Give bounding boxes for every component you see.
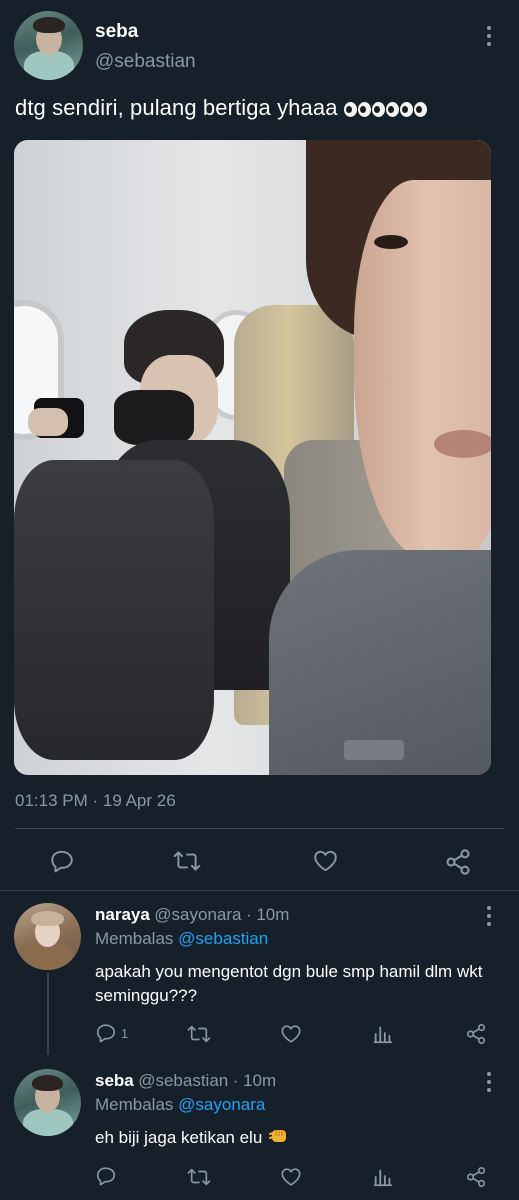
reply-analytics-button[interactable] — [372, 1166, 394, 1188]
replying-prefix: Membalas — [95, 929, 174, 948]
reply-avatar[interactable] — [14, 903, 81, 970]
replying-to-mention[interactable]: @sebastian — [178, 929, 268, 948]
reply-text: apakah you mengentot dgn bule smp hamil … — [95, 962, 483, 1005]
reply-author-name[interactable]: naraya — [95, 905, 150, 924]
like-button[interactable] — [312, 848, 339, 874]
reply-text-line: eh biji jaga ketikan elu — [95, 1126, 289, 1150]
like-icon — [281, 1025, 301, 1043]
more-options-icon[interactable] — [486, 26, 492, 46]
reply-like-button[interactable] — [280, 1166, 302, 1188]
reply-retweet-button[interactable] — [187, 1023, 211, 1045]
reply-author-handle[interactable]: @sayonara — [154, 905, 241, 924]
retweet-icon — [187, 1168, 211, 1186]
reply-author-handle[interactable]: @sebastian — [138, 1071, 228, 1090]
share-icon — [446, 849, 470, 875]
reply-share-button[interactable] — [465, 1166, 487, 1188]
reply-icon — [96, 1167, 116, 1186]
eyes-emoji-icon — [343, 101, 427, 117]
retweet-button[interactable] — [173, 848, 201, 874]
reply-icon — [51, 850, 73, 873]
reply-button[interactable] — [49, 848, 75, 874]
share-icon — [466, 1024, 486, 1044]
analytics-icon — [373, 1026, 393, 1044]
tweet-text: dtg sendiri, pulang bertiga yhaaa — [15, 95, 338, 120]
reply-retweet-button[interactable] — [187, 1166, 211, 1188]
section-separator — [0, 890, 519, 891]
reply-reply-button[interactable] — [95, 1165, 117, 1187]
reply-reply-button[interactable]: 1 — [95, 1022, 128, 1044]
reply-header: seba @sebastian · 10m — [95, 1071, 276, 1091]
tweet-photo[interactable] — [14, 140, 491, 775]
replying-to-line: Membalas @sebastian — [95, 929, 268, 949]
author-name[interactable]: seba — [95, 21, 138, 43]
like-icon — [281, 1168, 301, 1186]
fist-emoji-icon — [269, 1130, 287, 1142]
author-handle[interactable]: @sebastian — [95, 51, 196, 73]
divider — [15, 828, 504, 829]
share-button[interactable] — [444, 848, 472, 876]
replying-to-mention[interactable]: @sayonara — [178, 1095, 265, 1114]
replying-to-line: Membalas @sayonara — [95, 1095, 265, 1115]
reply-avatar[interactable] — [14, 1069, 81, 1136]
like-icon — [314, 850, 337, 872]
reply-analytics-button[interactable] — [372, 1023, 394, 1045]
tweet-text-line: dtg sendiri, pulang bertiga yhaaa — [15, 95, 427, 121]
reply-share-button[interactable] — [465, 1023, 487, 1045]
reply-author-name[interactable]: seba — [95, 1071, 134, 1090]
replying-prefix: Membalas — [95, 1095, 174, 1114]
reply-more-options-icon[interactable] — [486, 1072, 492, 1092]
reply-text: eh biji jaga ketikan elu — [95, 1128, 263, 1147]
reply-time: · 10m — [245, 905, 290, 924]
tweet-timestamp[interactable]: 01:13 PM · 19 Apr 26 — [15, 791, 176, 811]
reply-like-button[interactable] — [280, 1023, 302, 1045]
author-avatar[interactable] — [14, 11, 83, 80]
thread-line — [47, 973, 49, 1055]
retweet-icon — [173, 851, 201, 871]
reply-header: naraya @sayonara · 10m — [95, 905, 289, 925]
reply-more-options-icon[interactable] — [486, 906, 492, 926]
analytics-icon — [373, 1169, 393, 1187]
share-icon — [466, 1167, 486, 1187]
retweet-icon — [187, 1025, 211, 1043]
reply-icon — [96, 1024, 116, 1043]
reply-time: · 10m — [232, 1071, 277, 1090]
reply-count: 1 — [121, 1025, 129, 1041]
